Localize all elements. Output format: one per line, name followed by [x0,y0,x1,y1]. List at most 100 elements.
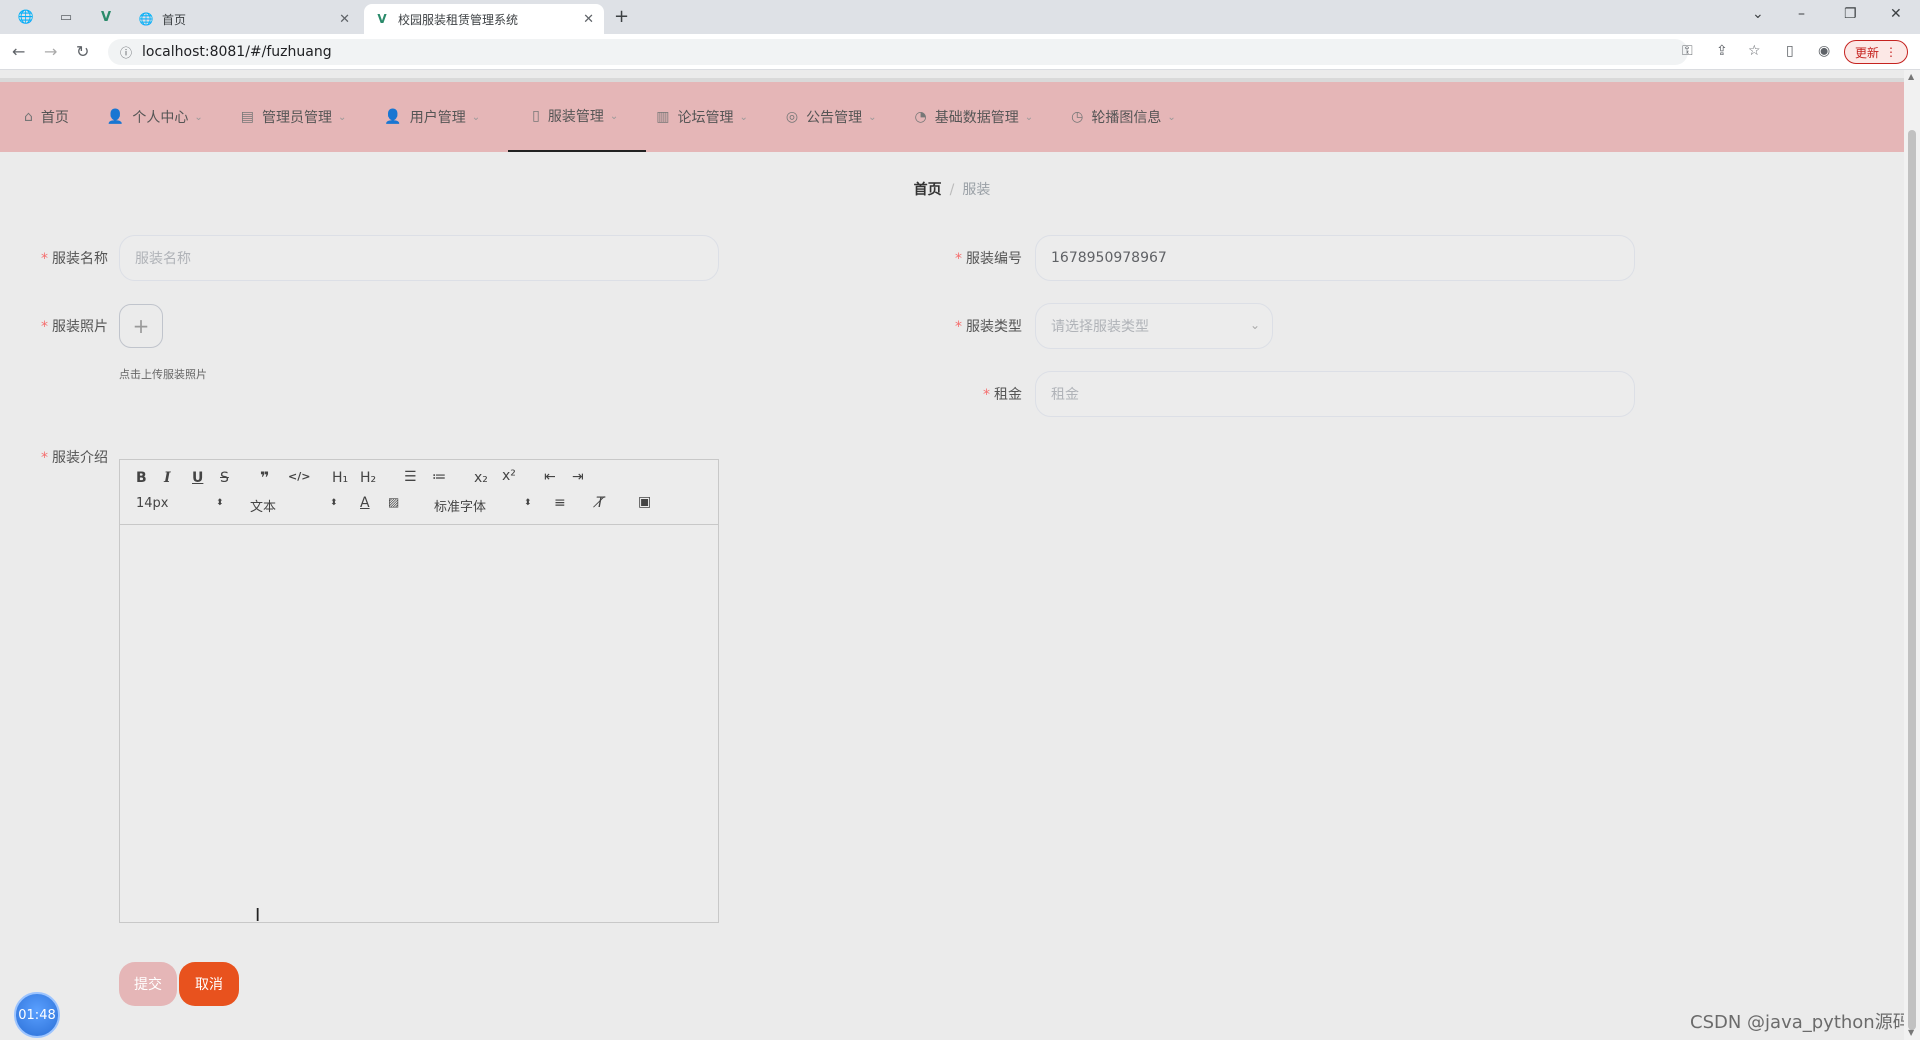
profile-icon[interactable]: ◉ [1818,43,1830,59]
strike-icon[interactable]: S [220,470,229,486]
back-icon[interactable]: ← [12,42,25,61]
site-info-icon[interactable]: ⓘ [120,44,132,61]
nav-user-management[interactable]: 👤 用户管理 ⌄ [374,82,508,152]
code-block-icon[interactable]: </> [288,470,310,483]
code-label: * 服装编号 [955,251,1022,267]
clothing-code-input[interactable]: 1678950978967 [1035,235,1635,281]
forward-icon[interactable]: → [44,42,57,61]
breadcrumb-separator: / [949,182,955,198]
reload-icon[interactable]: ↻ [76,42,89,61]
tab-title: 首页 [162,12,187,27]
superscript-icon[interactable]: x² [502,468,516,484]
close-icon[interactable]: ✕ [583,12,594,27]
gauge-icon: ◷ [1071,109,1084,125]
url-text: localhost:8081/#/fuzhuang [142,44,332,60]
page-scrollbar[interactable]: ▲ ▼ [1904,70,1920,1040]
book-icon: ▥ [656,109,670,125]
watermark: CSDN @java_python源码 [1690,1012,1911,1033]
nav-label: 基础数据管理 [934,110,1019,126]
rent-input[interactable]: 租金 [1035,371,1635,417]
pinned-tab-vue-icon[interactable]: V [94,6,118,28]
ordered-list-icon[interactable]: ☰ [404,469,417,485]
italic-icon[interactable]: I [164,470,171,486]
photo-upload-button[interactable]: + [119,304,163,348]
subscript-icon[interactable]: x₂ [474,470,488,486]
star-icon[interactable]: ☆ [1748,43,1761,59]
editor-content-area[interactable] [120,525,718,923]
indent-icon[interactable]: ⇥ [572,469,584,485]
blockquote-icon[interactable]: ❞ [260,468,269,487]
font-size-select[interactable]: 14px ⬍ [136,496,226,511]
nav-personal-center[interactable]: 👤 个人中心 ⌄ [97,82,231,152]
scroll-up-icon[interactable]: ▲ [1908,72,1914,81]
cancel-button[interactable]: 取消 [179,962,239,1006]
scrollbar-thumb[interactable] [1908,130,1916,1030]
breadcrumb-home[interactable]: 首页 [914,182,942,198]
header1-icon[interactable]: H₁ [332,470,348,486]
nav-base-data-management[interactable]: ◔ 基础数据管理 ⌄ [905,82,1062,152]
vue-icon: V [377,12,387,26]
chart-icon: ▤ [240,109,254,125]
select-placeholder: 请选择服装类型 [1051,319,1149,335]
outdent-icon[interactable]: ⇤ [544,469,556,485]
chevron-down-icon: ⌄ [868,111,877,123]
new-tab-button[interactable]: + [614,6,629,27]
intro-label: * 服装介绍 [41,450,108,466]
chevron-down-icon: ⌄ [1249,318,1260,332]
tab-title: 校园服装租赁管理系统 [398,12,519,27]
name-label: * 服装名称 [41,251,108,267]
share-icon[interactable]: ⇪ [1716,43,1728,59]
background-color-icon[interactable]: ▨ [388,495,399,509]
restore-button[interactable]: ❐ [1844,6,1857,22]
bold-icon[interactable]: B [136,470,147,486]
user-icon: 👤 [384,109,402,125]
nav-forum-management[interactable]: ▥ 论坛管理 ⌄ [646,82,776,152]
submit-button[interactable]: 提交 [119,962,177,1006]
compass-icon: ◔ [914,109,927,125]
chevron-down-icon: ⌄ [739,111,748,123]
close-window-button[interactable]: ✕ [1890,6,1902,22]
clothing-name-input[interactable]: 服装名称 [119,235,719,281]
phone-icon: ▯ [532,108,540,124]
url-bar[interactable]: ⓘ localhost:8081/#/fuzhuang [108,39,1688,65]
key-icon[interactable]: ⚿ [1682,43,1693,59]
image-icon[interactable]: ▣ [638,494,651,510]
nav-label: 用户管理 [409,110,466,126]
browser-tab-home[interactable]: 🌐 首页 ✕ [128,4,360,34]
align-icon[interactable]: ≡ [554,495,566,511]
nav-carousel-info[interactable]: ◷ 轮播图信息 ⌄ [1061,82,1204,152]
side-panel-icon[interactable]: ▯ [1786,43,1794,59]
home-icon: ⌂ [24,109,33,125]
pinned-tab-blank-icon[interactable]: ▭ [54,6,78,28]
font-color-icon[interactable]: A [360,495,370,511]
nav-clothing-management[interactable]: ▯ 服装管理 ⌄ [508,82,647,152]
browser-tab-active[interactable]: V 校园服装租赁管理系统 ✕ [364,4,604,34]
close-icon[interactable]: ✕ [339,12,350,27]
breadcrumb: 首页 / 服装 [0,179,1904,199]
clothing-type-select[interactable]: 请选择服装类型 ⌄ [1035,303,1273,349]
plus-icon: + [132,314,150,338]
nav-label: 论坛管理 [677,110,734,126]
recording-timer-badge: 01:48 [14,992,60,1038]
clear-format-icon[interactable]: T̸ [596,495,605,511]
more-icon: ⋮ [1885,45,1897,59]
main-nav: ⌂ 首页 👤 个人中心 ⌄ ▤ 管理员管理 ⌄ 👤 用户管理 ⌄ ▯ 服装管理 … [0,78,1904,152]
nav-admin-management[interactable]: ▤ 管理员管理 ⌄ [231,82,375,152]
pinned-tab-globe-icon[interactable]: 🌐 [14,6,38,28]
bullet-list-icon[interactable]: ≔ [432,469,446,485]
update-button[interactable]: 更新 ⋮ [1844,40,1908,64]
tab-search-icon[interactable]: ⌄ [1752,6,1764,22]
chevron-down-icon: ⌄ [337,111,347,123]
user-icon: 👤 [106,109,125,125]
minimize-button[interactable]: – [1798,6,1805,22]
nav-notice-management[interactable]: ◎ 公告管理 ⌄ [776,82,905,152]
nav-label: 个人中心 [132,110,189,126]
address-bar-row: ← → ↻ ⓘ localhost:8081/#/fuzhuang ⚿ ⇪ ☆ … [0,34,1920,70]
header2-icon[interactable]: H₂ [360,470,376,486]
text-style-select[interactable]: 文本 ⬍ [250,496,340,515]
nav-home[interactable]: ⌂ 首页 [14,82,97,152]
scroll-down-icon[interactable]: ▼ [1908,1028,1914,1037]
globe-icon: ◎ [785,109,799,125]
underline-icon[interactable]: U [192,470,203,486]
font-family-select[interactable]: 标准字体 ⬍ [434,496,534,515]
